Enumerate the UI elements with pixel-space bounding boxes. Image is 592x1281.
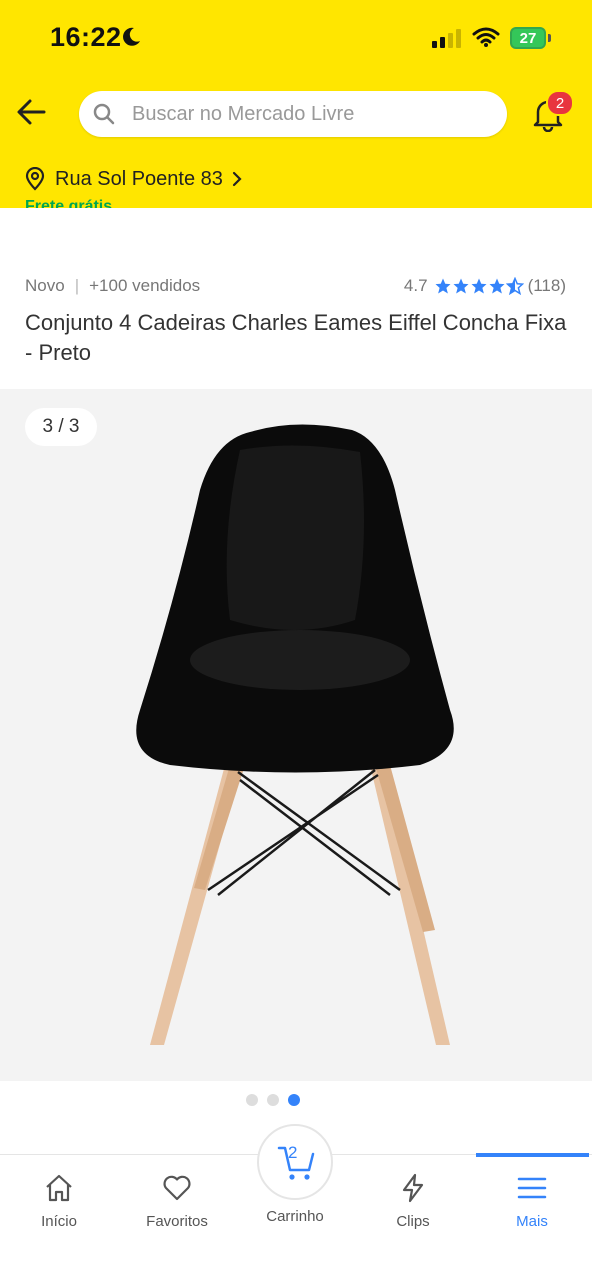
nav-inicio[interactable]: Início (4, 1172, 114, 1230)
carousel-dot[interactable] (267, 1094, 279, 1106)
nav-label: Favoritos (146, 1213, 208, 1230)
nav-label: Carrinho (266, 1208, 324, 1225)
wifi-icon (472, 27, 500, 47)
heart-icon (163, 1175, 191, 1201)
signal-icon (432, 29, 461, 48)
carousel-dot-active[interactable] (288, 1094, 300, 1106)
notification-badge: 2 (546, 90, 574, 116)
carousel-dot[interactable] (246, 1094, 258, 1106)
nav-label: Clips (396, 1213, 430, 1230)
star-icon (453, 278, 469, 294)
battery-tip (548, 34, 551, 42)
condition-label: Novo (25, 276, 65, 295)
sold-count: +100 vendidos (89, 276, 201, 295)
home-icon (46, 1174, 72, 1202)
rating-stars (434, 277, 524, 295)
active-tab-indicator (476, 1153, 589, 1157)
star-icon (471, 278, 487, 294)
address-selector[interactable]: Rua Sol Poente 83 (25, 167, 243, 191)
moon-icon (123, 27, 140, 46)
address-text: Rua Sol Poente 83 (55, 167, 223, 190)
product-title: Conjunto 4 Cadeiras Charles Eames Eiffel… (25, 310, 567, 365)
cart-count: 2 (288, 1143, 298, 1162)
menu-icon (517, 1177, 547, 1199)
battery-level: 27 (519, 29, 537, 47)
review-count: (118) (527, 276, 566, 295)
status-time: 16:22 (50, 22, 122, 52)
search-input[interactable]: Buscar no Mercado Livre (79, 91, 507, 137)
half-star-icon (505, 277, 524, 295)
product-image[interactable] (120, 420, 472, 1060)
search-placeholder: Buscar no Mercado Livre (132, 103, 355, 125)
product-meta: Novo | +100 vendidos (25, 276, 200, 296)
star-icon (435, 278, 451, 294)
rating-summary[interactable]: 4.7 (118) (404, 276, 566, 296)
nav-label: Mais (516, 1213, 548, 1230)
location-pin-icon (25, 167, 45, 191)
nav-clips[interactable]: Clips (358, 1172, 468, 1230)
battery-indicator: 27 (510, 27, 546, 49)
star-icon (489, 278, 505, 294)
image-counter: 3 / 3 (25, 408, 97, 446)
divider: | (74, 276, 80, 295)
nav-favoritos[interactable]: Favoritos (122, 1172, 232, 1230)
free-shipping-label: Frete grátis (25, 198, 113, 208)
rating-value: 4.7 (403, 276, 428, 295)
bolt-icon (402, 1173, 424, 1203)
carousel-dots (246, 1094, 300, 1106)
search-icon (93, 103, 115, 125)
nav-label: Início (41, 1213, 77, 1230)
chevron-right-icon (232, 171, 242, 187)
nav-mais[interactable]: Mais (477, 1172, 587, 1230)
back-arrow-icon[interactable] (14, 94, 50, 130)
